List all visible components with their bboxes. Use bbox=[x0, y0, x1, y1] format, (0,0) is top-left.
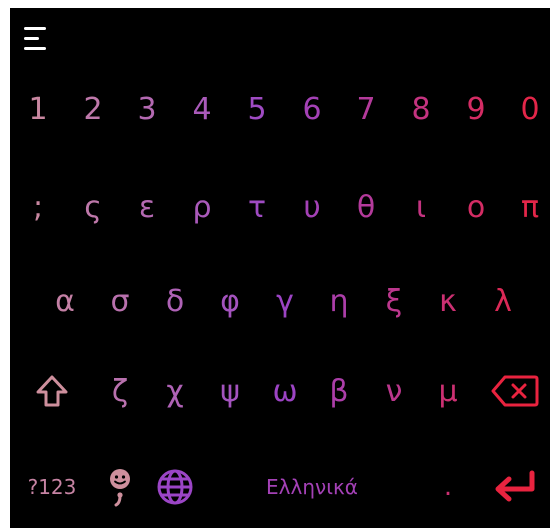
enter-icon bbox=[492, 470, 538, 504]
bottom-row: ?123 Ελληνικά . bbox=[10, 452, 550, 522]
period-label: . bbox=[443, 472, 453, 502]
emoji-key[interactable] bbox=[93, 452, 147, 522]
key-xi[interactable]: ξ bbox=[367, 266, 421, 336]
key-epsilon[interactable]: ε bbox=[120, 172, 174, 242]
key-label: τ bbox=[247, 189, 267, 225]
key-9[interactable]: 9 bbox=[449, 74, 503, 144]
key-label: κ bbox=[439, 283, 457, 319]
key-label: ξ bbox=[385, 283, 403, 319]
key-0[interactable]: 0 bbox=[503, 74, 555, 144]
menu-button[interactable] bbox=[22, 24, 52, 54]
globe-key[interactable] bbox=[148, 452, 202, 522]
key-label: 5 bbox=[247, 91, 267, 127]
key-label: 7 bbox=[356, 91, 376, 127]
key-label: ; bbox=[32, 189, 44, 225]
key-label: ν bbox=[385, 373, 403, 409]
shift-key[interactable] bbox=[20, 356, 84, 426]
key-phi[interactable]: φ bbox=[203, 266, 257, 336]
key-label: ε bbox=[138, 189, 156, 225]
key-delta[interactable]: δ bbox=[148, 266, 202, 336]
key-label: 3 bbox=[137, 91, 157, 127]
key-label: 6 bbox=[302, 91, 322, 127]
key-rho[interactable]: ρ bbox=[175, 172, 229, 242]
enter-key[interactable] bbox=[484, 452, 546, 522]
key-label: θ bbox=[356, 189, 376, 225]
key-label: β bbox=[329, 373, 349, 409]
symbols-key[interactable]: ?123 bbox=[20, 452, 84, 522]
key-7[interactable]: 7 bbox=[339, 74, 393, 144]
key-tau[interactable]: τ bbox=[230, 172, 284, 242]
key-zeta[interactable]: ζ bbox=[93, 356, 147, 426]
key-mu[interactable]: μ bbox=[421, 356, 475, 426]
key-label: ρ bbox=[192, 189, 212, 225]
key-label: σ bbox=[110, 283, 130, 319]
key-6[interactable]: 6 bbox=[285, 74, 339, 144]
key-8[interactable]: 8 bbox=[394, 74, 448, 144]
key-upsilon[interactable]: υ bbox=[285, 172, 339, 242]
key-label: 1 bbox=[28, 91, 48, 127]
backspace-key[interactable] bbox=[484, 356, 546, 426]
key-lambda[interactable]: λ bbox=[476, 266, 530, 336]
key-label: ι bbox=[415, 189, 427, 225]
letter-row-1: ; ς ε ρ τ υ θ ι ο π bbox=[10, 172, 550, 242]
backspace-icon bbox=[491, 374, 539, 408]
key-label: α bbox=[55, 283, 75, 319]
key-theta[interactable]: θ bbox=[339, 172, 393, 242]
letter-row-3: ζ χ ψ ω β ν μ bbox=[10, 356, 550, 426]
key-label: χ bbox=[166, 373, 184, 409]
key-iota[interactable]: ι bbox=[394, 172, 448, 242]
key-4[interactable]: 4 bbox=[175, 74, 229, 144]
key-label: μ bbox=[438, 373, 458, 409]
space-key[interactable]: Ελληνικά bbox=[212, 452, 412, 522]
keyboard: 1 2 3 4 5 6 7 8 9 0 ; ς ε ρ τ υ θ ι ο π … bbox=[10, 8, 550, 528]
shift-icon bbox=[35, 375, 69, 407]
period-key[interactable]: . bbox=[421, 452, 475, 522]
key-label: γ bbox=[276, 283, 294, 319]
key-label: 8 bbox=[411, 91, 431, 127]
letter-row-2: α σ δ φ γ η ξ κ λ bbox=[10, 266, 550, 336]
key-label: ω bbox=[272, 373, 298, 409]
key-3[interactable]: 3 bbox=[120, 74, 174, 144]
key-eta[interactable]: η bbox=[312, 266, 366, 336]
key-sigma[interactable]: σ bbox=[93, 266, 147, 336]
number-row: 1 2 3 4 5 6 7 8 9 0 bbox=[10, 74, 550, 144]
key-final-sigma[interactable]: ς bbox=[66, 172, 120, 242]
key-label: ψ bbox=[220, 373, 240, 409]
globe-icon bbox=[156, 468, 194, 506]
key-label: η bbox=[329, 283, 349, 319]
key-gamma[interactable]: γ bbox=[258, 266, 312, 336]
key-label: ο bbox=[466, 189, 486, 225]
key-alpha[interactable]: α bbox=[38, 266, 92, 336]
key-semicolon[interactable]: ; bbox=[11, 172, 65, 242]
key-label: 2 bbox=[83, 91, 103, 127]
key-label: λ bbox=[494, 283, 512, 319]
key-2[interactable]: 2 bbox=[66, 74, 120, 144]
key-label: 4 bbox=[192, 91, 212, 127]
key-omicron[interactable]: ο bbox=[449, 172, 503, 242]
key-kappa[interactable]: κ bbox=[421, 266, 475, 336]
space-label: Ελληνικά bbox=[266, 475, 358, 499]
key-label: 9 bbox=[466, 91, 486, 127]
key-psi[interactable]: ψ bbox=[203, 356, 257, 426]
key-beta[interactable]: β bbox=[312, 356, 366, 426]
key-nu[interactable]: ν bbox=[367, 356, 421, 426]
key-1[interactable]: 1 bbox=[11, 74, 65, 144]
key-5[interactable]: 5 bbox=[230, 74, 284, 144]
key-label: ζ bbox=[111, 373, 129, 409]
key-label: ς bbox=[84, 189, 102, 225]
key-label: δ bbox=[165, 283, 185, 319]
key-label: υ bbox=[303, 189, 321, 225]
key-omega[interactable]: ω bbox=[258, 356, 312, 426]
key-label: φ bbox=[220, 283, 240, 319]
key-label: 0 bbox=[520, 91, 540, 127]
key-label: π bbox=[520, 189, 540, 225]
emoji-icon bbox=[106, 467, 134, 507]
key-pi[interactable]: π bbox=[503, 172, 555, 242]
symbols-label: ?123 bbox=[27, 475, 77, 499]
key-chi[interactable]: χ bbox=[148, 356, 202, 426]
